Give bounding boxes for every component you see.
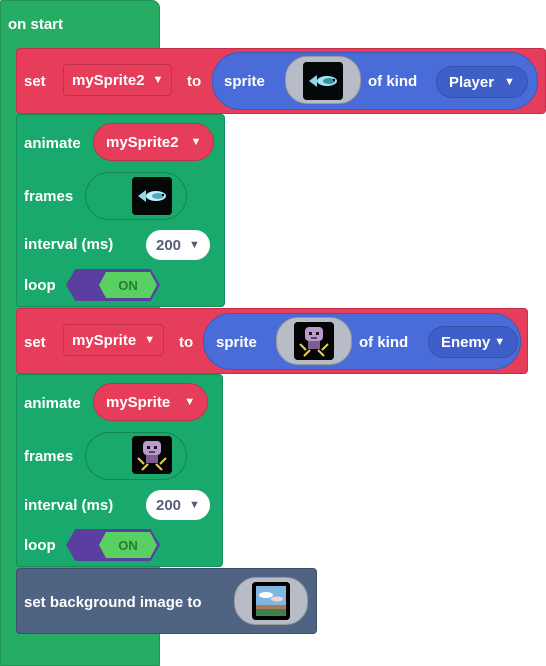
set-label: set [24,73,46,90]
chevron-down-icon: ▼ [494,336,506,348]
variable-dropdown-mysprite[interactable]: mySprite ▼ [63,324,165,356]
interval-label: interval (ms) [24,497,114,514]
interval-value: 200 [156,496,182,514]
to-label: to [179,334,194,351]
variable-name: mySprite2 [72,71,145,89]
sprite-label: sprite [224,73,265,90]
loop-toggle-on: ON [99,272,157,298]
kind-dropdown-enemy[interactable]: Enemy ▼ [428,326,519,358]
landscape-image-icon [252,582,290,620]
set-label: set [24,334,46,351]
enemy-sprite-icon [294,322,334,360]
variable-name: mySprite [106,393,171,411]
kind-value: Player [449,73,495,91]
variable-name: mySprite [72,331,137,349]
loop-label: loop [24,537,56,554]
sprite-label: sprite [216,334,257,351]
variable-name: mySprite2 [106,133,179,151]
chevron-down-icon: ▼ [184,396,196,408]
frames-label: frames [24,448,74,465]
of-kind-label: of kind [368,73,418,90]
chevron-down-icon: ▼ [190,136,202,148]
interval-dropdown[interactable]: 200 ▼ [146,490,210,520]
interval-dropdown[interactable]: 200 ▼ [146,230,210,260]
chevron-down-icon: ▼ [504,76,515,88]
on-start-label: on start [8,16,64,33]
loop-label: loop [24,277,56,294]
to-label: to [187,73,202,90]
chevron-down-icon: ▼ [152,74,164,86]
of-kind-label: of kind [359,334,409,351]
set-background-image-label: set background image to [24,594,202,611]
loop-toggle-on: ON [99,532,157,558]
chevron-down-icon: ▼ [189,239,200,251]
interval-value: 200 [156,236,182,254]
animate-label: animate [24,135,81,152]
frames-label: frames [24,188,74,205]
kind-dropdown-player[interactable]: Player ▼ [436,66,528,98]
fish-sprite-icon [132,177,172,215]
variable-dropdown-mysprite2[interactable]: mySprite2 ▼ [63,64,173,96]
chevron-down-icon: ▼ [144,334,156,346]
enemy-sprite-icon [132,436,172,474]
fish-sprite-icon [303,62,343,100]
variable-dropdown-mysprite[interactable]: mySprite ▼ [93,383,209,421]
kind-value: Enemy [441,333,491,351]
variable-dropdown-mysprite2[interactable]: mySprite2 ▼ [93,123,215,161]
chevron-down-icon: ▼ [189,499,200,511]
interval-label: interval (ms) [24,236,114,253]
animate-label: animate [24,395,81,412]
